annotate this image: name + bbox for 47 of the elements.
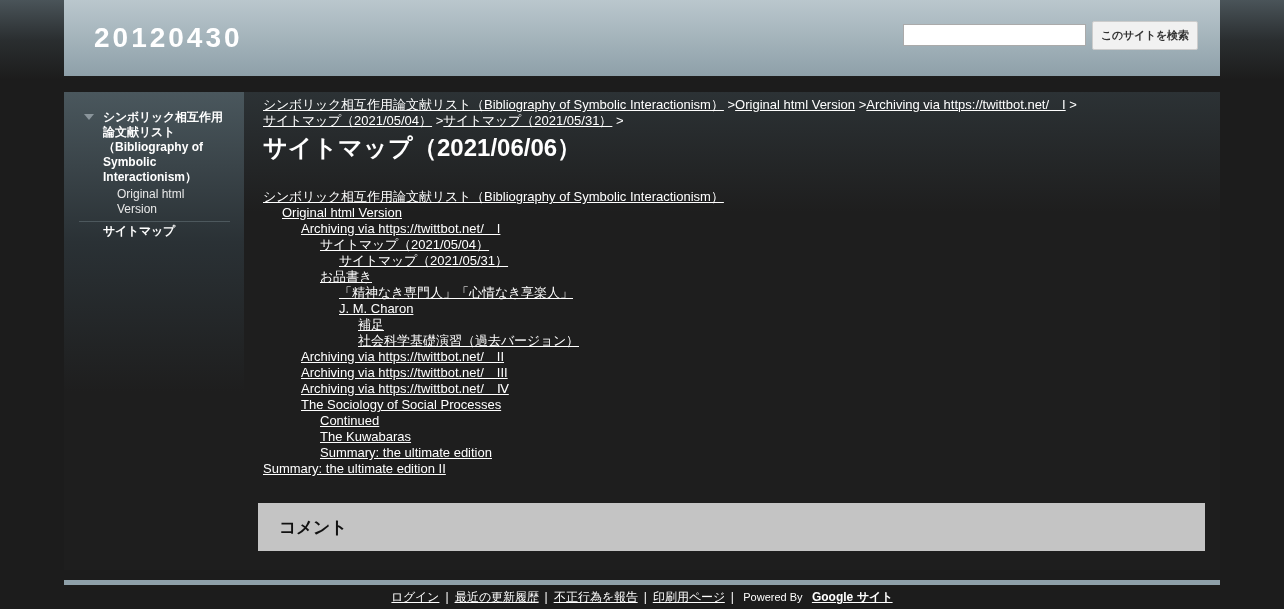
sitemap-link[interactable]: お品書き [320,269,372,284]
sitemap-link[interactable]: 「精神なき専門人」「心情なき享楽人」 [339,285,573,300]
breadcrumb-link[interactable]: シンボリック相互作用論文献リスト（Bibliography of Symbolic Interactionism） [263,97,724,112]
sitemap-link[interactable]: J. M. Charon [339,301,414,316]
breadcrumb-separator: > [1069,97,1077,112]
search-button[interactable]: このサイトを検索 [1092,20,1198,50]
sitemap-link[interactable]: Archiving via https://twittbot.net/ II [301,349,505,364]
footer-separator: | [445,590,449,604]
footer-link[interactable]: 最近の更新履歴 [454,590,539,604]
sitemap-link[interactable]: The Sociology of Social Processes [301,397,502,412]
sitemap-link[interactable]: The Kuwabaras [320,429,412,444]
comments-heading: コメント [279,516,347,539]
breadcrumb-link[interactable]: Original html Version [735,97,856,112]
powered-by-text: Powered By [743,591,803,603]
breadcrumb-separator: > [435,113,444,128]
footer-separator: | [544,590,548,604]
sitemap-link[interactable]: Archiving via https://twittbot.net/ III [301,365,508,380]
sitemap-link[interactable]: Original html Version [282,205,402,220]
footer-link[interactable]: 不正行為を報告 [553,590,638,604]
sidebar-subitem[interactable]: Original html Version [79,185,230,219]
sitemap-link[interactable]: サイトマップ（2021/05/31） [339,253,509,268]
breadcrumb-link[interactable]: サイトマップ（2021/05/31） [443,113,613,128]
search-field[interactable] [903,24,1086,46]
brand-link[interactable]: Google サイト [811,590,893,604]
breadcrumb-link[interactable]: Archiving via https://twittbot.net/ I [866,97,1066,112]
footer-link[interactable]: 印刷用ページ [652,590,725,604]
sitemap-link[interactable]: Summary: the ultimate edition II [263,461,446,476]
expanded-triangle-icon[interactable] [84,114,96,121]
page-title: サイトマップ（2021/06/06） [263,133,583,163]
footer-separator: | [643,590,647,604]
sidebar-item[interactable]: サイトマップ [103,224,175,239]
sitemap-link[interactable]: 社会科学基礎演習（過去バージョン） [358,333,579,348]
sitemap-link[interactable]: Archiving via https://twittbot.net/ I [301,221,501,236]
site-title: 20120430 [94,21,243,54]
footer-separator: | [730,590,734,604]
sitemap-link[interactable]: 補足 [358,317,384,332]
footer-link[interactable]: ログイン [391,590,440,604]
sitemap-link[interactable]: シンボリック相互作用論文献リスト（Bibliography of Symbolic Interactionism） [263,189,724,204]
sitemap-link[interactable]: Continued [320,413,380,428]
breadcrumb-separator: > [727,97,736,112]
breadcrumb-link[interactable]: サイトマップ（2021/05/04） [263,113,433,128]
sitemap-link[interactable]: サイトマップ（2021/05/04） [320,237,490,252]
breadcrumb-separator: > [616,113,624,128]
sidebar-item[interactable]: シンボリック相互作用論文献リスト（Bibliography of Symbolic Interactionism） [103,110,230,185]
sitemap-link[interactable]: Archiving via https://twittbot.net/ Ⅳ [301,381,509,396]
breadcrumb-separator: > [858,97,867,112]
sitemap-link[interactable]: Summary: the ultimate edition [320,445,492,460]
